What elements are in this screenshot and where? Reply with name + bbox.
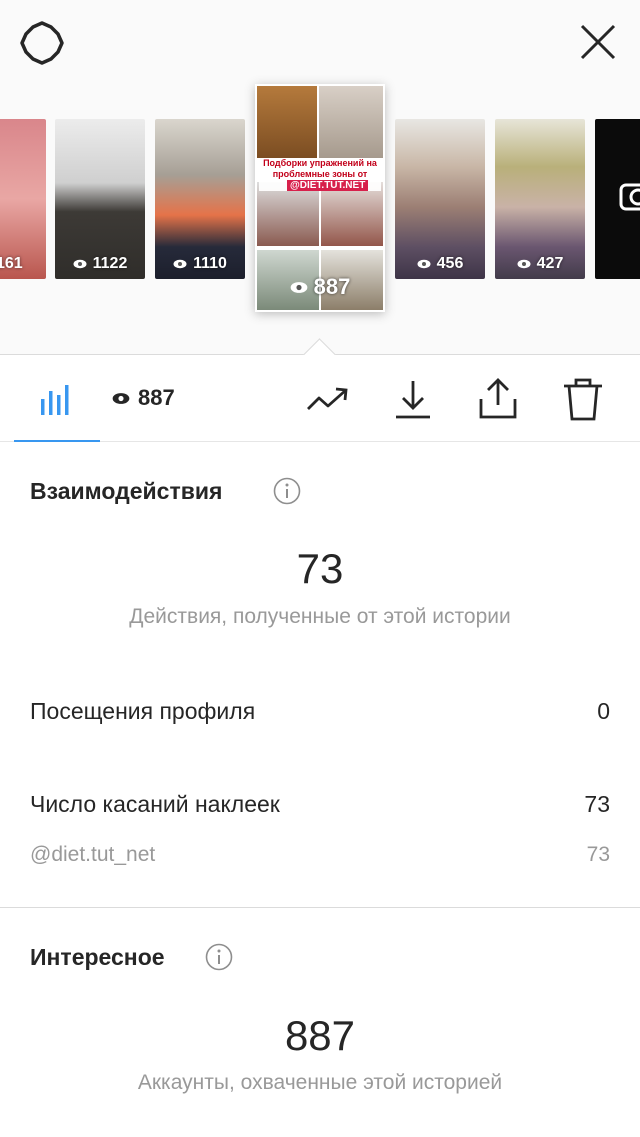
sticker-handle-label[interactable]: @diet.tut_net (30, 843, 155, 867)
interactions-title: Взаимодействия (30, 478, 223, 504)
eye-icon (173, 259, 187, 269)
discovery-subtitle: Аккаунты, охваченные этой историей (137, 1071, 503, 1094)
story-thumbnail[interactable]: 456 (395, 119, 485, 279)
story-views: 456 (436, 255, 464, 272)
story-thumbnail[interactable]: 161 (0, 119, 46, 279)
story-thumbnail-selected[interactable]: Подборки упражнений на проблемные зоны о… (255, 84, 385, 312)
eye-icon (417, 259, 431, 269)
story-toolbar: 887 (0, 355, 640, 442)
profile-visits-value: 0 (597, 698, 610, 724)
close-icon[interactable] (576, 20, 620, 64)
story-strip-panel: 161 1122 1110 Подборки упражнений на про… (0, 0, 640, 355)
info-icon[interactable] (273, 477, 301, 505)
download-icon[interactable] (390, 377, 436, 423)
eye-icon (112, 392, 130, 404)
story-thumbnail[interactable]: 1110 (155, 119, 245, 279)
views-count: 887 (112, 385, 175, 411)
sticker-handle-value: 73 (586, 843, 610, 866)
story-thumbnail[interactable]: 1122 (55, 119, 145, 279)
discovery-total: 887 (284, 1012, 356, 1059)
trending-up-icon[interactable] (306, 377, 352, 423)
gear-icon[interactable] (18, 19, 66, 67)
bar-chart-icon (41, 385, 69, 415)
add-story-thumbnail[interactable] (595, 119, 640, 279)
share-icon[interactable] (475, 377, 521, 423)
discovery-title: Интересное (30, 944, 165, 970)
interactions-total: 73 (296, 545, 344, 592)
trash-icon[interactable] (560, 377, 606, 423)
story-views: 427 (536, 255, 564, 272)
interactions-subtitle: Действия, полученные от этой истории (129, 605, 511, 628)
story-views: 887 (313, 274, 351, 299)
profile-visits-label: Посещения профиля (30, 698, 256, 724)
eye-icon (73, 259, 87, 269)
tab-underline (14, 440, 100, 442)
tab-insights[interactable] (14, 355, 100, 442)
sticker-taps-value: 73 (584, 791, 610, 817)
story-handle: @DIET.TUT.NET (287, 180, 369, 191)
sticker-taps-label: Число касаний наклеек (30, 791, 280, 817)
camera-icon (619, 183, 640, 211)
story-views: 161 (0, 255, 23, 272)
story-views: 1122 (92, 255, 128, 272)
eye-icon (290, 281, 307, 293)
story-views: 1110 (193, 255, 227, 272)
section-divider (0, 907, 640, 908)
eye-icon (517, 259, 531, 269)
views-value: 887 (138, 385, 175, 410)
info-icon[interactable] (205, 943, 233, 971)
story-thumbnail[interactable]: 427 (495, 119, 585, 279)
